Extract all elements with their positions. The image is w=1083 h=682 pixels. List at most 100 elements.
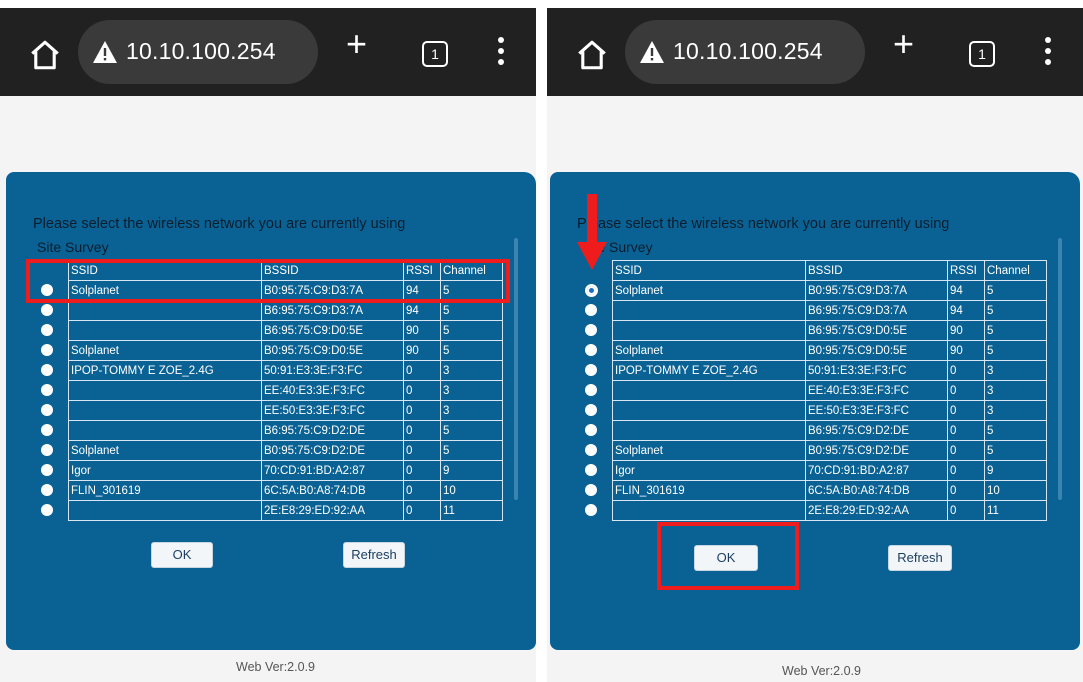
cell-ssid: FLIN_301619 <box>68 480 262 501</box>
table-row[interactable]: Solplanet B0:95:75:C9:D2:DE 0 5 <box>68 440 503 461</box>
table-row[interactable]: 2E:E8:29:ED:92:AA 0 11 <box>68 500 503 521</box>
network-radio[interactable] <box>585 384 597 396</box>
cell-rssi: 0 <box>403 440 441 461</box>
cell-rssi: 0 <box>403 460 441 481</box>
address-bar[interactable]: 10.10.100.254 <box>78 20 318 84</box>
cell-channel: 5 <box>984 320 1047 341</box>
cell-channel: 5 <box>440 300 503 321</box>
table-row[interactable]: B6:95:75:C9:D2:DE 0 5 <box>68 420 503 441</box>
cell-channel: 3 <box>440 360 503 381</box>
overflow-menu-icon[interactable] <box>1045 37 1051 70</box>
overflow-menu-icon[interactable] <box>498 37 504 70</box>
table-row[interactable]: IPOP-TOMMY E ZOE_2.4G 50:91:E3:3E:F3:FC 0 3 <box>68 360 503 381</box>
new-tab-icon[interactable]: + <box>893 26 914 62</box>
table-row[interactable]: FLIN_301619 6C:5A:B0:A8:74:DB 0 10 <box>68 480 503 501</box>
tab-switcher-icon[interactable]: 1 <box>422 41 448 67</box>
cell-ssid <box>68 500 262 521</box>
network-radio[interactable] <box>585 464 597 476</box>
cell-ssid <box>68 300 262 321</box>
cell-bssid: 6C:5A:B0:A8:74:DB <box>261 480 404 501</box>
cell-bssid: 50:91:E3:3E:F3:FC <box>805 360 948 381</box>
table-row[interactable]: B6:95:75:C9:D3:7A 94 5 <box>68 300 503 321</box>
network-radio[interactable] <box>41 364 53 376</box>
cell-bssid: B6:95:75:C9:D0:5E <box>805 320 948 341</box>
cell-rssi: 0 <box>403 400 441 421</box>
table-row[interactable]: B6:95:75:C9:D2:DE 0 5 <box>612 420 1047 441</box>
column-header: SSID <box>612 260 806 281</box>
home-icon[interactable] <box>28 38 62 72</box>
network-radio[interactable] <box>41 324 53 336</box>
table-row[interactable]: B6:95:75:C9:D0:5E 90 5 <box>612 320 1047 341</box>
cell-ssid: Solplanet <box>612 340 806 361</box>
survey-table-wrap[interactable]: SSID BSSID RSSI Channel Solplanet B0:95:75:C9… <box>580 260 1052 522</box>
cell-channel: 11 <box>440 500 503 521</box>
cell-rssi: 90 <box>403 320 441 341</box>
network-radio[interactable] <box>41 484 53 496</box>
cell-ssid: Solplanet <box>68 340 262 361</box>
network-radio[interactable] <box>585 504 597 516</box>
network-radio[interactable] <box>41 404 53 416</box>
table-row[interactable]: FLIN_301619 6C:5A:B0:A8:74:DB 0 10 <box>612 480 1047 501</box>
tab-switcher-icon[interactable]: 1 <box>969 41 995 67</box>
address-bar[interactable]: 10.10.100.254 <box>625 20 865 84</box>
table-scrollbar[interactable] <box>1058 238 1062 500</box>
network-radio[interactable] <box>585 304 597 316</box>
network-radio[interactable] <box>585 404 597 416</box>
browser-toolbar: 10.10.100.254 + 1 <box>0 8 536 96</box>
cell-ssid <box>612 300 806 321</box>
network-radio[interactable] <box>585 424 597 436</box>
cell-bssid: 2E:E8:29:ED:92:AA <box>261 500 404 521</box>
cell-bssid: EE:40:E3:3E:F3:FC <box>261 380 404 401</box>
table-row[interactable]: Igor 70:CD:91:BD:A2:87 0 9 <box>612 460 1047 481</box>
table-row[interactable]: Solplanet B0:95:75:C9:D0:5E 90 5 <box>68 340 503 361</box>
network-radio[interactable] <box>585 444 597 456</box>
network-radio[interactable] <box>585 344 597 356</box>
cell-channel: 10 <box>440 480 503 501</box>
cell-bssid: B6:95:75:C9:D2:DE <box>805 420 948 441</box>
table-row[interactable]: EE:50:E3:3E:F3:FC 0 3 <box>68 400 503 421</box>
network-radio[interactable] <box>585 364 597 376</box>
cell-rssi: 94 <box>403 300 441 321</box>
network-radio[interactable] <box>585 484 597 496</box>
refresh-button[interactable]: Refresh <box>888 545 952 571</box>
network-radio[interactable] <box>41 384 53 396</box>
table-row[interactable]: Solplanet B0:95:75:C9:D2:DE 0 5 <box>612 440 1047 461</box>
network-radio[interactable] <box>41 464 53 476</box>
table-row[interactable]: EE:40:E3:3E:F3:FC 0 3 <box>68 380 503 401</box>
cell-ssid <box>68 420 262 441</box>
table-scrollbar[interactable] <box>514 238 518 500</box>
refresh-button[interactable]: Refresh <box>343 542 405 568</box>
network-radio[interactable] <box>41 504 53 516</box>
screenshot-right: 10.10.100.254 + 1 Please select the wire… <box>547 8 1083 682</box>
network-radio[interactable] <box>41 304 53 316</box>
network-radio[interactable] <box>585 324 597 336</box>
table-row[interactable]: Solplanet B0:95:75:C9:D0:5E 90 5 <box>612 340 1047 361</box>
network-radio[interactable] <box>41 444 53 456</box>
column-header: RSSI <box>947 260 985 281</box>
network-radio[interactable] <box>41 344 53 356</box>
table-row[interactable]: 2E:E8:29:ED:92:AA 0 11 <box>612 500 1047 521</box>
cell-bssid: B6:95:75:C9:D2:DE <box>261 420 404 441</box>
table-row[interactable]: IPOP-TOMMY E ZOE_2.4G 50:91:E3:3E:F3:FC 0 3 <box>612 360 1047 381</box>
table-row[interactable]: B6:95:75:C9:D0:5E 90 5 <box>68 320 503 341</box>
red-arrow-icon <box>577 194 607 270</box>
cell-ssid <box>612 420 806 441</box>
network-radio[interactable] <box>585 284 598 297</box>
new-tab-icon[interactable]: + <box>346 26 367 62</box>
cell-ssid: Igor <box>612 460 806 481</box>
network-radio[interactable] <box>41 424 53 436</box>
table-row[interactable]: Solplanet B0:95:75:C9:D3:7A 94 5 <box>612 280 1047 301</box>
warning-icon <box>640 41 664 63</box>
table-row[interactable]: EE:50:E3:3E:F3:FC 0 3 <box>612 400 1047 421</box>
ok-button[interactable]: OK <box>151 542 213 568</box>
table-row[interactable]: Igor 70:CD:91:BD:A2:87 0 9 <box>68 460 503 481</box>
table-row[interactable]: B6:95:75:C9:D3:7A 94 5 <box>612 300 1047 321</box>
table-header-row: SSID BSSID RSSI Channel <box>612 260 1047 281</box>
cell-channel: 9 <box>440 460 503 481</box>
home-icon[interactable] <box>575 38 609 72</box>
cell-ssid <box>612 320 806 341</box>
cell-rssi: 0 <box>947 400 985 421</box>
cell-channel: 5 <box>440 320 503 341</box>
table-row[interactable]: EE:40:E3:3E:F3:FC 0 3 <box>612 380 1047 401</box>
cell-rssi: 0 <box>403 380 441 401</box>
